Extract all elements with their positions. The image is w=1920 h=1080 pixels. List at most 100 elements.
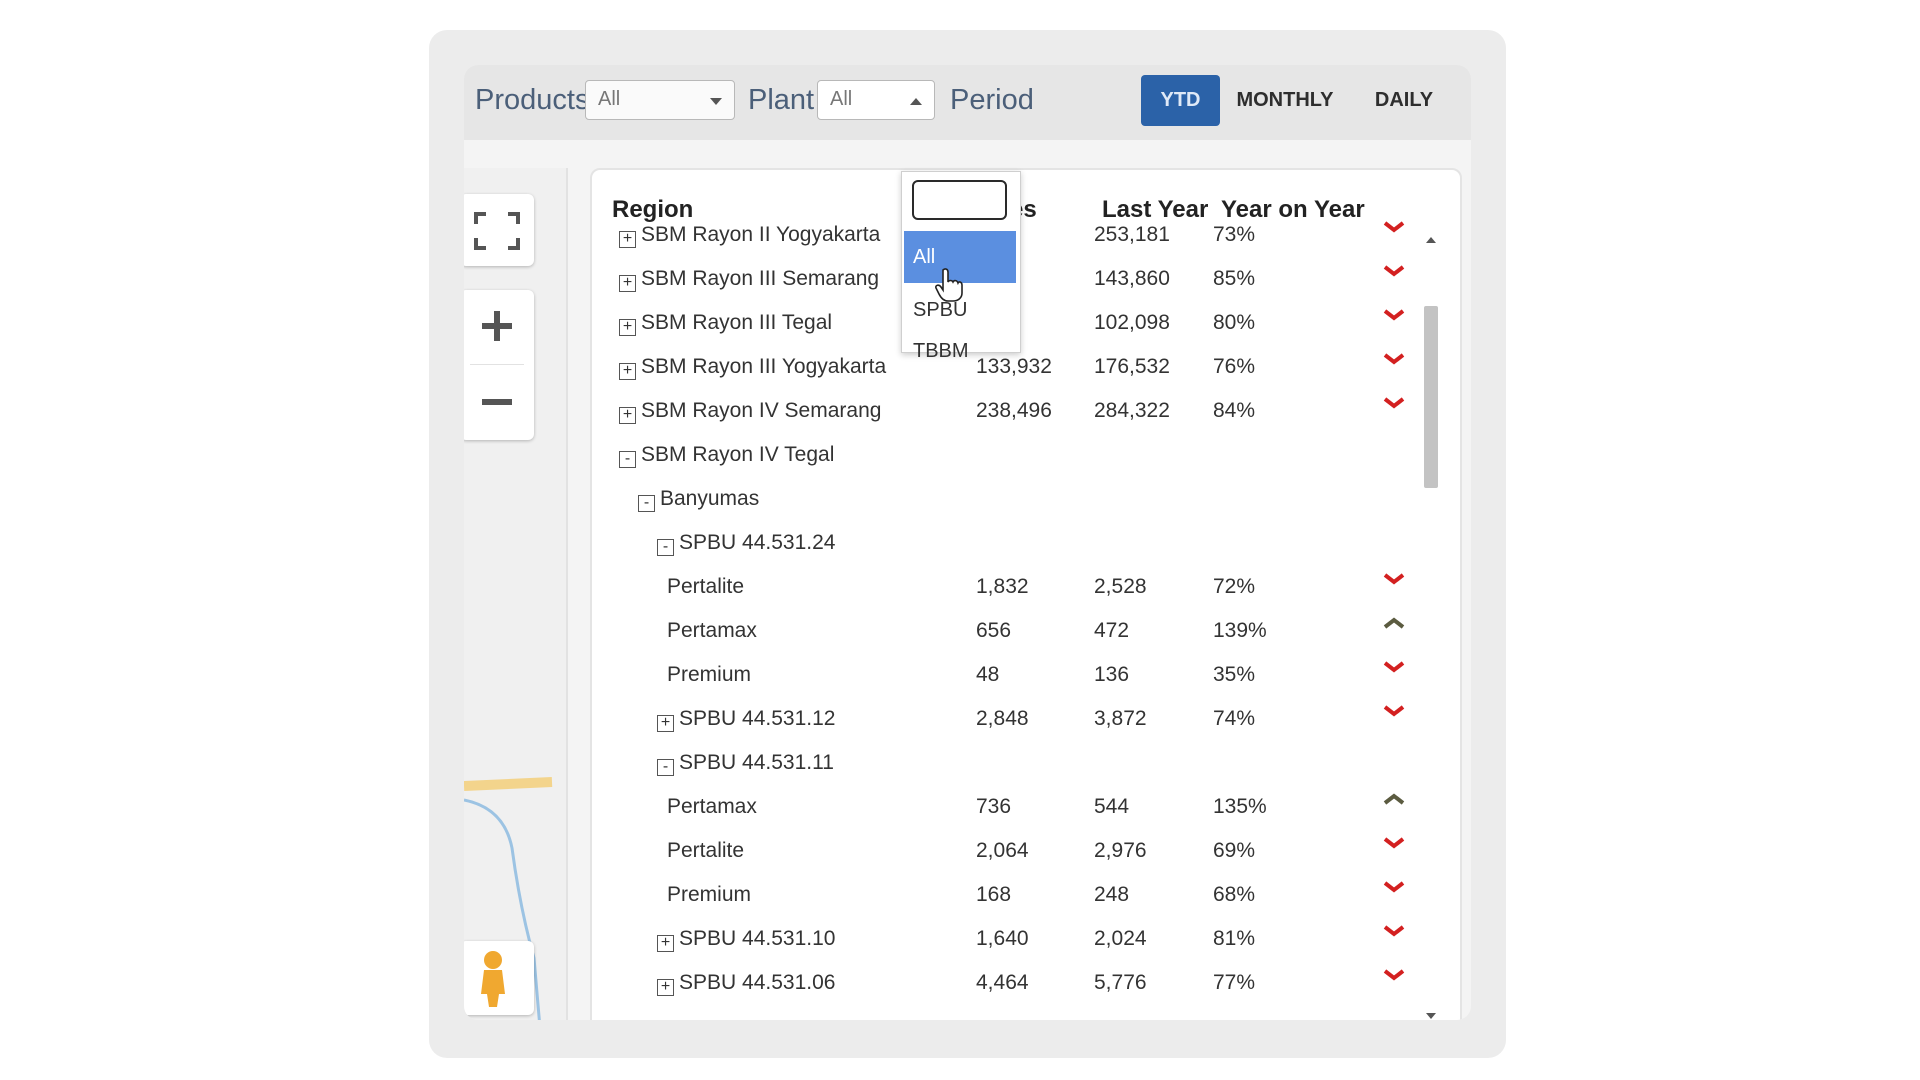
row-name: + SBM Rayon III Tegal xyxy=(619,311,832,336)
products-select[interactable]: All xyxy=(585,80,735,120)
table-row[interactable]: Premium 168 248 68% xyxy=(592,873,1412,917)
row-name: + SPBU 44.531.12 xyxy=(657,707,835,732)
cell-year-on-year: 73% xyxy=(1213,223,1256,246)
trend-down-icon xyxy=(1383,705,1405,717)
row-label: SBM Rayon III Tegal xyxy=(641,311,833,334)
row-name: - SBM Rayon IV Tegal xyxy=(619,443,834,468)
trend-down-icon xyxy=(1383,837,1405,849)
cell-sales: 238,496 xyxy=(976,399,1052,422)
cell-sales: 1,832 xyxy=(976,575,1029,598)
cell-year-on-year: 35% xyxy=(1213,663,1256,686)
street-view-button[interactable] xyxy=(464,941,534,1015)
collapse-icon[interactable]: - xyxy=(657,759,674,776)
row-label: Premium xyxy=(667,883,752,906)
trend-up-icon xyxy=(1383,793,1405,805)
row-label: Banyumas xyxy=(660,487,760,510)
period-ytd-button[interactable]: YTD xyxy=(1141,75,1220,126)
row-name: Pertamax xyxy=(667,795,757,819)
cell-last-year: 544 xyxy=(1094,795,1130,818)
cell-year-on-year: 81% xyxy=(1213,927,1256,950)
hand-cursor-icon xyxy=(935,268,963,302)
cell-year-on-year: 74% xyxy=(1213,707,1256,730)
expand-icon[interactable]: + xyxy=(619,407,636,424)
table-row[interactable]: Premium 48 136 35% xyxy=(592,653,1412,697)
data-table-panel: Region es Last Year Year on Year + SBM Ra… xyxy=(590,168,1462,1020)
table-scrollbar[interactable] xyxy=(1421,226,1441,1020)
expand-icon[interactable]: + xyxy=(657,979,674,996)
cell-last-year: 5,776 xyxy=(1094,971,1147,994)
fullscreen-icon xyxy=(474,212,520,250)
table-row[interactable]: Pertamax 656 472 139% xyxy=(592,609,1412,653)
table-row[interactable]: Pertalite 2,064 2,976 69% xyxy=(592,829,1412,873)
trend-down-icon xyxy=(1383,925,1405,937)
collapse-icon[interactable]: - xyxy=(638,495,655,512)
expand-icon[interactable]: + xyxy=(619,275,636,292)
collapse-icon[interactable]: - xyxy=(619,451,636,468)
period-daily-button[interactable]: DAILY xyxy=(1349,75,1459,126)
expand-icon[interactable]: + xyxy=(657,715,674,732)
plant-option-tbbm[interactable]: TBBM xyxy=(904,337,1016,381)
cell-year-on-year: 72% xyxy=(1213,575,1256,598)
row-name: - SPBU 44.531.11 xyxy=(657,751,834,776)
row-label: SBM Rayon IV Tegal xyxy=(641,443,835,466)
zoom-out-button[interactable] xyxy=(464,366,534,440)
expand-icon[interactable]: + xyxy=(619,319,636,336)
row-label: Pertalite xyxy=(667,839,745,862)
plant-dropdown: All SPBU TBBM xyxy=(901,171,1021,362)
cell-last-year: 248 xyxy=(1094,883,1130,906)
cell-last-year: 136 xyxy=(1094,663,1130,686)
row-name: Pertalite xyxy=(667,839,744,863)
chevron-up-icon xyxy=(910,98,922,105)
table-row[interactable]: + SPBU 44.531.10 1,640 2,024 81% xyxy=(592,917,1412,961)
row-name: + SBM Rayon III Yogyakarta xyxy=(619,355,886,380)
cell-year-on-year: 77% xyxy=(1213,971,1256,994)
row-name: + SBM Rayon II Yogyakarta xyxy=(619,223,880,248)
expand-icon[interactable]: + xyxy=(657,935,674,952)
cell-last-year: 284,322 xyxy=(1094,399,1170,422)
cell-year-on-year: 135% xyxy=(1213,795,1267,818)
fullscreen-button[interactable] xyxy=(464,194,534,266)
plant-dropdown-search[interactable] xyxy=(912,180,1007,220)
row-label: SPBU 44.531.06 xyxy=(679,971,836,994)
table-row[interactable]: + SPBU 44.531.06 4,464 5,776 77% xyxy=(592,961,1412,1005)
expand-icon[interactable]: + xyxy=(619,231,636,248)
trend-down-icon xyxy=(1383,969,1405,981)
row-label: Pertalite xyxy=(667,575,745,598)
trend-down-icon xyxy=(1383,573,1405,585)
row-label: SPBU 44.531.12 xyxy=(679,707,836,730)
row-label: SBM Rayon III Semarang xyxy=(641,267,880,290)
scroll-up-icon[interactable] xyxy=(1421,232,1441,248)
table-row[interactable]: Pertalite 1,832 2,528 72% xyxy=(592,565,1412,609)
products-label: Products xyxy=(475,84,590,116)
products-select-value: All xyxy=(598,88,621,110)
scrollbar-thumb[interactable] xyxy=(1424,306,1438,488)
collapse-icon[interactable]: - xyxy=(657,539,674,556)
row-name: + SBM Rayon IV Semarang xyxy=(619,399,881,424)
table-row[interactable]: - SBM Rayon IV Tegal xyxy=(592,433,1412,477)
cell-last-year: 2,528 xyxy=(1094,575,1147,598)
row-label: Pertamax xyxy=(667,619,757,642)
trend-down-icon xyxy=(1383,309,1405,321)
row-name: Pertamax xyxy=(667,619,757,643)
scroll-down-icon[interactable] xyxy=(1421,1008,1441,1020)
table-row[interactable]: + SBM Rayon IV Semarang 238,496 284,322 84% xyxy=(592,389,1412,433)
row-label: SBM Rayon IV Semarang xyxy=(641,399,882,422)
expand-icon[interactable]: + xyxy=(619,363,636,380)
table-row[interactable]: - SPBU 44.531.11 xyxy=(592,741,1412,785)
zoom-in-button[interactable] xyxy=(464,290,534,364)
row-name: Premium xyxy=(667,883,751,907)
cell-sales: 168 xyxy=(976,883,1012,906)
cell-sales: 48 xyxy=(976,663,1000,686)
pegman-icon xyxy=(481,951,505,1007)
plant-select[interactable]: All xyxy=(817,80,935,120)
row-label: SPBU 44.531.24 xyxy=(679,531,836,554)
table-row[interactable]: Pertamax 736 544 135% xyxy=(592,785,1412,829)
period-monthly-button[interactable]: MONTHLY xyxy=(1226,75,1344,126)
cell-year-on-year: 139% xyxy=(1213,619,1267,642)
table-row[interactable]: - Banyumas xyxy=(592,477,1412,521)
table-row[interactable]: - SPBU 44.531.24 xyxy=(592,521,1412,565)
row-label: SBM Rayon II Yogyakarta xyxy=(641,223,881,246)
cell-last-year: 102,098 xyxy=(1094,311,1170,334)
table-row[interactable]: + SPBU 44.531.12 2,848 3,872 74% xyxy=(592,697,1412,741)
cell-year-on-year: 69% xyxy=(1213,839,1256,862)
